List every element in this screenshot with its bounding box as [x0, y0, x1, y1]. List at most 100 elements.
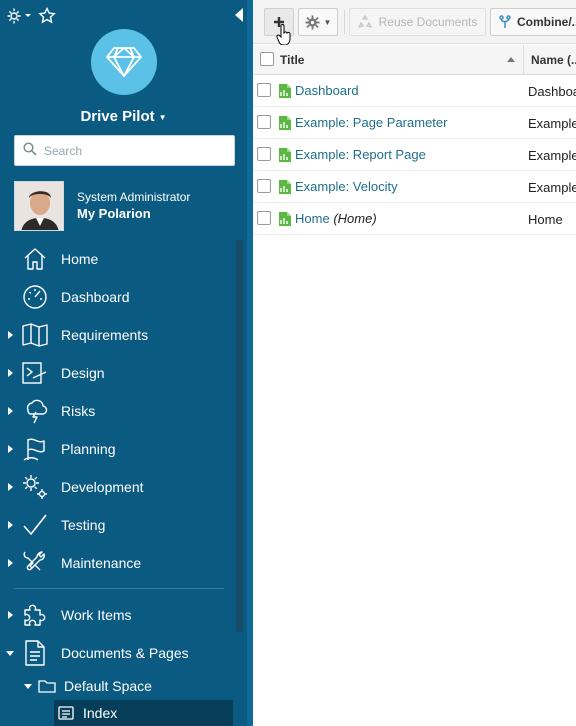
select-all-checkbox[interactable] [260, 52, 274, 66]
sidebar-item-documents-pages[interactable]: Documents & Pages [0, 634, 232, 672]
reuse-documents-button[interactable]: Reuse Documents [349, 8, 486, 36]
sidebar-item-work-items[interactable]: Work Items [0, 596, 232, 634]
table-row[interactable]: Home (Home) Home [253, 203, 576, 235]
toolbar: ▼ Reuse Documents Combine/... [253, 0, 576, 46]
sidebar-item-label: Home [61, 251, 99, 267]
actions-menu-button[interactable]: ▼ [298, 8, 338, 36]
column-separator[interactable] [523, 45, 524, 75]
sidebar-item-home[interactable]: Home [0, 240, 232, 278]
risks-lightning-icon [21, 397, 49, 425]
sort-ascending-icon[interactable] [507, 57, 515, 62]
testing-check-icon [21, 511, 49, 539]
page-title-link[interactable]: Example: Page Parameter [295, 115, 447, 130]
sidebar-item-risks[interactable]: Risks [0, 392, 232, 430]
sidebar-item-maintenance[interactable]: Maintenance [0, 544, 232, 582]
row-checkbox[interactable] [257, 211, 271, 225]
table-row[interactable]: Example: Page Parameter Example... [253, 107, 576, 139]
sidebar-item-label: Testing [61, 517, 106, 533]
combine-button[interactable]: Combine/... [490, 8, 576, 36]
page-name-cell: Example... [528, 180, 576, 195]
expand-arrow-icon[interactable] [8, 611, 13, 619]
sidebar-item-testing[interactable]: Testing [0, 506, 232, 544]
table-row[interactable]: Dashboard Dashboa... [253, 75, 576, 107]
development-gears-icon [21, 473, 49, 501]
table-row[interactable]: Example: Velocity Example... [253, 171, 576, 203]
design-icon [21, 359, 49, 387]
row-checkbox[interactable] [257, 115, 271, 129]
tree-item-label: Index [83, 705, 118, 721]
sidebar-item-label: Work Items [61, 607, 132, 623]
reuse-documents-icon [357, 15, 372, 29]
page-name-cell: Dashboa... [528, 84, 576, 99]
main-panel: ▼ Reuse Documents Combine/... Title Name… [253, 0, 576, 726]
wiki-page-icon [278, 147, 292, 166]
collapse-arrow-icon[interactable] [24, 683, 32, 689]
reuse-documents-label: Reuse Documents [378, 15, 478, 29]
row-checkbox[interactable] [257, 83, 271, 97]
folder-icon [38, 679, 56, 693]
expand-arrow-icon[interactable] [8, 483, 13, 491]
work-items-puzzle-icon [21, 601, 49, 629]
dropdown-caret-icon: ▼ [323, 17, 332, 27]
search-box[interactable] [14, 135, 235, 166]
page-name-cell: Home [528, 212, 563, 227]
sidebar-scrollbar-thumb[interactable] [236, 240, 243, 632]
search-input[interactable] [44, 143, 224, 158]
row-checkbox[interactable] [257, 179, 271, 193]
sidebar-item-label: Maintenance [61, 555, 142, 571]
sidebar-item-label: Dashboard [61, 289, 130, 305]
project-name: Drive Pilot [80, 108, 155, 125]
column-header-title[interactable]: Title [280, 53, 304, 67]
column-header-name[interactable]: Name (... [531, 53, 576, 67]
page-name-cell: Example... [528, 148, 576, 163]
page-list-icon [58, 706, 74, 720]
expand-arrow-icon[interactable] [8, 559, 13, 567]
sidebar-top-toolbar [6, 6, 56, 26]
documents-pages-icon [21, 639, 49, 667]
sidebar-item-development[interactable]: Development [0, 468, 232, 506]
expand-arrow-icon[interactable] [8, 521, 13, 529]
sidebar-item-requirements[interactable]: Requirements [0, 316, 232, 354]
search-icon [23, 142, 37, 159]
collapse-sidebar-arrow-icon[interactable] [235, 8, 243, 22]
avatar[interactable] [14, 181, 64, 231]
sidebar-item-dashboard[interactable]: Dashboard [0, 278, 232, 316]
sidebar-item-label: Development [61, 479, 144, 495]
requirements-map-icon [21, 321, 49, 349]
wiki-page-icon [278, 211, 292, 230]
expand-arrow-icon[interactable] [8, 331, 13, 339]
tree-item-index[interactable]: Index [54, 700, 233, 726]
page-title-link[interactable]: Example: Velocity [295, 179, 398, 194]
my-polarion-link[interactable]: My Polarion [77, 205, 190, 223]
page-title-link[interactable]: Dashboard [295, 83, 359, 98]
grid-header: Title Name (... [253, 45, 576, 75]
gear-icon [305, 14, 320, 30]
planning-flag-icon [21, 435, 49, 463]
project-selector[interactable]: Drive Pilot ▼ [0, 108, 247, 125]
tree-item-default-space[interactable]: Default Space [24, 674, 152, 698]
sidebar-item-design[interactable]: Design [0, 354, 232, 392]
home-icon [21, 245, 49, 273]
wiki-page-icon [278, 115, 292, 134]
dashboard-gauge-icon [21, 283, 49, 311]
maintenance-tools-icon [21, 549, 49, 577]
sidebar-item-label: Risks [61, 403, 96, 419]
row-checkbox[interactable] [257, 147, 271, 161]
sidebar-item-label: Planning [61, 441, 116, 457]
page-name-cell: Example... [528, 116, 576, 131]
settings-gear-icon[interactable] [6, 7, 32, 25]
page-title-link[interactable]: Home (Home) [295, 211, 377, 226]
wiki-page-icon [278, 179, 292, 198]
chevron-down-icon: ▼ [158, 112, 167, 122]
expand-arrow-icon[interactable] [8, 369, 13, 377]
wiki-page-icon [278, 83, 292, 102]
sidebar-item-planning[interactable]: Planning [0, 430, 232, 468]
expand-arrow-icon[interactable] [8, 445, 13, 453]
app-window: Drive Pilot▼ System Administrator My Pol… [0, 0, 576, 726]
expand-arrow-icon[interactable] [8, 407, 13, 415]
table-row[interactable]: Example: Report Page Example... [253, 139, 576, 171]
page-title-link[interactable]: Example: Report Page [295, 147, 426, 162]
favorites-star-icon[interactable] [38, 7, 56, 25]
sidebar: Drive Pilot▼ System Administrator My Pol… [0, 0, 247, 726]
collapse-arrow-icon[interactable] [6, 650, 14, 656]
